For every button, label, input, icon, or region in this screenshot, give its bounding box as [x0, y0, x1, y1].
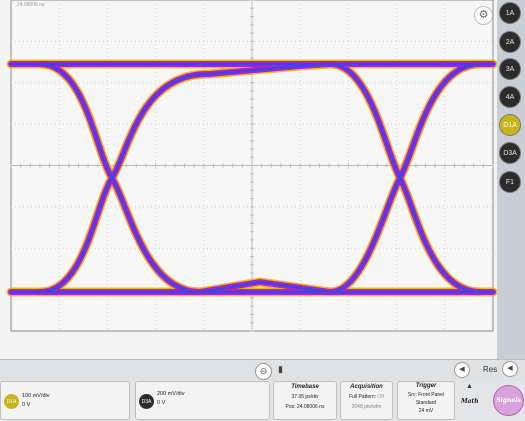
channel-badge-d3a: D3A	[139, 394, 154, 409]
scroll-right-icon[interactable]: ◀	[502, 361, 518, 377]
trigger-title: Trigger	[415, 383, 437, 389]
waveform-display[interactable]: 24.08006 ns ⚙	[0, 0, 497, 359]
ch2-offset: 0 V	[157, 400, 166, 406]
channel-button-3a[interactable]: 3A	[500, 59, 520, 79]
trigger-mode: Standard	[415, 400, 437, 406]
trigger-level: 24 mV	[418, 408, 434, 414]
channel-button-d1a[interactable]: D1A	[500, 115, 520, 135]
ch1-offset: 0 V	[22, 402, 31, 408]
position-marker-icon: ▮	[278, 364, 283, 374]
channel-badge-d1a: D1A	[4, 394, 19, 409]
signals-button[interactable]: Signals	[493, 385, 524, 416]
ch2-scale: 200 mV/div	[157, 391, 185, 397]
channel-readout-d1a[interactable]: D1A 100 mV/div 0 V	[0, 381, 130, 420]
ch1-scale: 100 mV/div	[22, 393, 50, 399]
chevron-up-icon: ▲	[466, 383, 473, 390]
acquisition-panel[interactable]: Acquisition Full Pattern: Off 2048 pts/w…	[340, 381, 393, 420]
acquisition-title: Acquisition	[350, 384, 383, 390]
trigger-source: Src: Front Panel	[407, 392, 445, 398]
wrench-icon[interactable]: ⚙	[474, 6, 493, 25]
math-label: Math	[461, 398, 479, 405]
timebase-scale: 37.05 ps/div	[291, 394, 319, 400]
timebase-panel[interactable]: Timebase 37.05 ps/div Pos: 24.08006 ns	[273, 381, 337, 420]
math-button[interactable]: ▲ Math	[459, 383, 482, 417]
channel-button-1a[interactable]: 1A	[500, 3, 520, 23]
timebase-position: Pos: 24.08006 ns	[285, 404, 325, 410]
channel-button-4a[interactable]: 4A	[500, 87, 520, 107]
channel-readout-d3a[interactable]: D3A 200 mV/div 0 V	[135, 381, 270, 420]
acquisition-pattern: Full Pattern: Off	[349, 394, 384, 400]
zoom-out-icon[interactable]: ⊖	[255, 363, 272, 380]
reset-label[interactable]: Res	[483, 365, 497, 374]
channel-button-f1[interactable]: F1	[500, 172, 520, 192]
scroll-left-icon[interactable]: ◀	[454, 362, 470, 378]
trigger-panel[interactable]: Trigger Src: Front Panel Standard 24 mV	[397, 381, 455, 420]
channel-button-2a[interactable]: 2A	[500, 32, 520, 52]
timebase-title: Timebase	[291, 384, 319, 390]
timestamp-label: 24.08006 ns	[17, 2, 45, 8]
eye-diagram	[6, 0, 497, 332]
acquisition-points: 2048 pts/wfm	[351, 404, 382, 410]
channel-button-d3a[interactable]: D3A	[500, 143, 520, 163]
